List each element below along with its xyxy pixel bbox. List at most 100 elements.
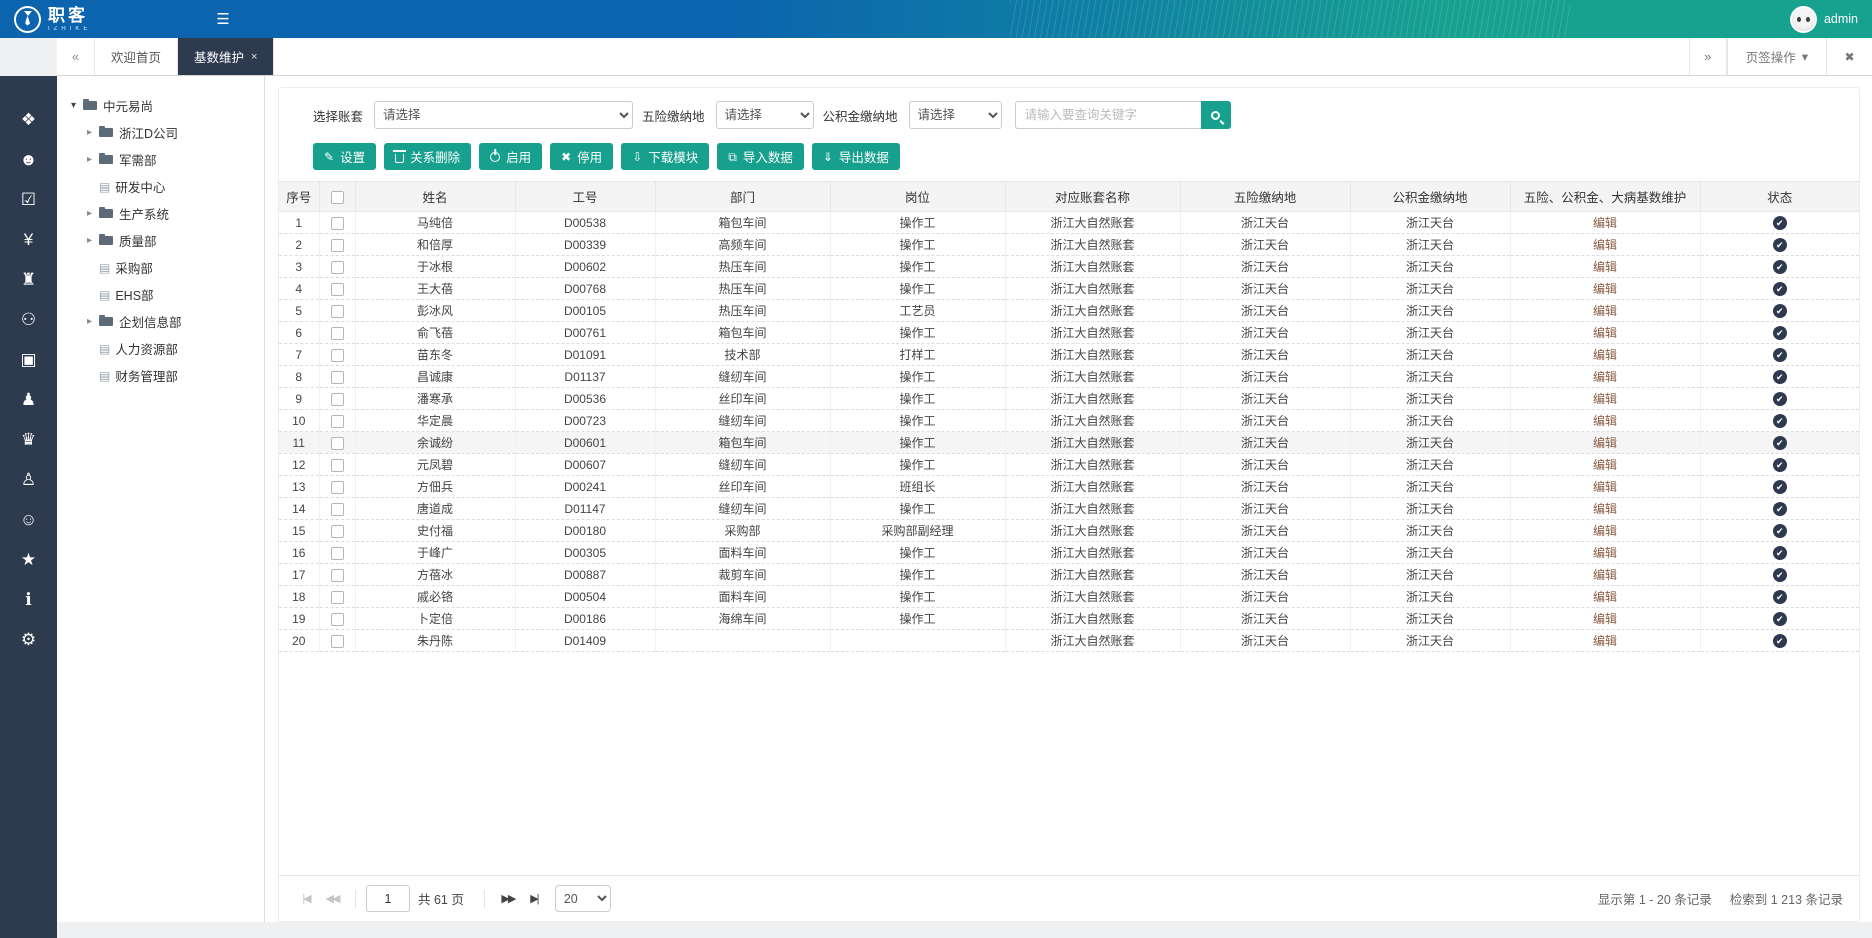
training-icon[interactable]: ♛ <box>0 420 57 460</box>
row-checkbox[interactable] <box>331 503 344 516</box>
avatar[interactable] <box>1790 6 1817 33</box>
row-checkbox[interactable] <box>331 437 344 450</box>
edit-link[interactable]: 编辑 <box>1593 326 1617 340</box>
table-row[interactable]: 8昌诚康D01137缝纫车间操作工浙江大自然账套浙江天台浙江天台编辑✔ <box>279 366 1859 388</box>
tree-node[interactable]: ▤采购部 <box>71 254 264 281</box>
search-button[interactable] <box>1201 101 1231 129</box>
row-checkbox[interactable] <box>331 283 344 296</box>
row-checkbox[interactable] <box>331 217 344 230</box>
table-row[interactable]: 7苗东冬D01091技术部打样工浙江大自然账套浙江天台浙江天台编辑✔ <box>279 344 1859 366</box>
relation-delete-button[interactable]: 关系删除 <box>384 143 471 170</box>
first-page-icon[interactable]: |◀ <box>293 892 319 905</box>
institution-icon[interactable]: ♜ <box>0 260 57 300</box>
row-checkbox[interactable] <box>331 239 344 252</box>
user-name[interactable]: admin <box>1824 12 1858 26</box>
edit-link[interactable]: 编辑 <box>1593 370 1617 384</box>
row-checkbox[interactable] <box>331 327 344 340</box>
tree-node[interactable]: ▤研发中心 <box>71 173 264 200</box>
enable-button[interactable]: 启用 <box>479 143 542 170</box>
edit-link[interactable]: 编辑 <box>1593 282 1617 296</box>
prev-page-icon[interactable]: ◀◀ <box>319 892 345 905</box>
page-ops-dropdown[interactable]: 页签操作 ▾ <box>1727 38 1826 75</box>
social-insurance-place-select[interactable]: 请选择 <box>716 101 814 129</box>
salary-icon[interactable]: ¥ <box>0 220 57 260</box>
tab-close-icon[interactable]: × <box>251 51 257 63</box>
export-data-button[interactable]: ⇓导出数据 <box>812 143 900 170</box>
caret-collapsed-icon[interactable]: ▸ <box>87 127 99 138</box>
table-row[interactable]: 19卜定倍D00186海绵车间操作工浙江大自然账套浙江天台浙江天台编辑✔ <box>279 608 1859 630</box>
tree-node[interactable]: ▸质量部 <box>71 227 264 254</box>
last-page-icon[interactable]: ▶| <box>521 892 547 905</box>
row-checkbox[interactable] <box>331 525 344 538</box>
row-checkbox[interactable] <box>331 349 344 362</box>
edit-link[interactable]: 编辑 <box>1593 634 1617 648</box>
row-checkbox[interactable] <box>331 415 344 428</box>
tree-node[interactable]: ▸浙江D公司 <box>71 119 264 146</box>
row-checkbox[interactable] <box>331 635 344 648</box>
row-checkbox[interactable] <box>331 305 344 318</box>
edit-link[interactable]: 编辑 <box>1593 436 1617 450</box>
housing-fund-place-select[interactable]: 请选择 <box>909 101 1002 129</box>
edit-link[interactable]: 编辑 <box>1593 414 1617 428</box>
edit-link[interactable]: 编辑 <box>1593 392 1617 406</box>
caret-collapsed-icon[interactable]: ▸ <box>87 154 99 165</box>
table-row[interactable]: 15史付福D00180采购部采购部副经理浙江大自然账套浙江天台浙江天台编辑✔ <box>279 520 1859 542</box>
edit-link[interactable]: 编辑 <box>1593 458 1617 472</box>
row-checkbox[interactable] <box>331 459 344 472</box>
tabs-scroll-left-icon[interactable]: « <box>57 38 95 75</box>
tree-node[interactable]: ▤EHS部 <box>71 281 264 308</box>
table-row[interactable]: 11余诚纷D00601箱包车间操作工浙江大自然账套浙江天台浙江天台编辑✔ <box>279 432 1859 454</box>
account-set-select[interactable]: 请选择 <box>374 101 633 129</box>
info-icon[interactable]: ℹ <box>0 580 57 620</box>
page-number-input[interactable] <box>366 885 410 912</box>
org-users-icon[interactable]: ☻ <box>0 140 57 180</box>
next-page-icon[interactable]: ▶▶ <box>495 892 521 905</box>
edit-link[interactable]: 编辑 <box>1593 480 1617 494</box>
caret-collapsed-icon[interactable]: ▸ <box>87 316 99 327</box>
tab-欢迎首页[interactable]: 欢迎首页 <box>95 38 178 75</box>
table-row[interactable]: 4王大蓓D00768热压车间操作工浙江大自然账套浙江天台浙江天台编辑✔ <box>279 278 1859 300</box>
edit-link[interactable]: 编辑 <box>1593 590 1617 604</box>
row-checkbox[interactable] <box>331 481 344 494</box>
edit-link[interactable]: 编辑 <box>1593 304 1617 318</box>
table-row[interactable]: 2和倍厚D00339高频车间操作工浙江大自然账套浙江天台浙江天台编辑✔ <box>279 234 1859 256</box>
edit-link[interactable]: 编辑 <box>1593 524 1617 538</box>
tree-node[interactable]: ▤人力资源部 <box>71 335 264 362</box>
edit-link[interactable]: 编辑 <box>1593 216 1617 230</box>
row-checkbox[interactable] <box>331 393 344 406</box>
recruitment-icon[interactable]: ♟ <box>0 380 57 420</box>
tree-node[interactable]: ▸军需部 <box>71 146 264 173</box>
table-row[interactable]: 17方蓓冰D00887裁剪车间操作工浙江大自然账套浙江天台浙江天台编辑✔ <box>279 564 1859 586</box>
activity-icon[interactable]: ♙ <box>0 460 57 500</box>
tab-基数维护[interactable]: 基数维护× <box>178 38 274 75</box>
edit-link[interactable]: 编辑 <box>1593 612 1617 626</box>
table-row[interactable]: 18戚必铬D00504面料车间操作工浙江大自然账套浙江天台浙江天台编辑✔ <box>279 586 1859 608</box>
row-checkbox[interactable] <box>331 261 344 274</box>
table-row[interactable]: 13方佃兵D00241丝印车间班组长浙江大自然账套浙江天台浙江天台编辑✔ <box>279 476 1859 498</box>
table-row[interactable]: 1马纯倍D00538箱包车间操作工浙江大自然账套浙江天台浙江天台编辑✔ <box>279 212 1859 234</box>
page-size-select[interactable]: 20 <box>555 885 611 912</box>
edit-link[interactable]: 编辑 <box>1593 568 1617 582</box>
edit-link[interactable]: 编辑 <box>1593 260 1617 274</box>
briefcase-icon[interactable]: ▣ <box>0 340 57 380</box>
team-icon[interactable]: ⚇ <box>0 300 57 340</box>
settings-icon[interactable]: ⚙ <box>0 620 57 660</box>
user-icon[interactable]: ☺ <box>0 500 57 540</box>
row-checkbox[interactable] <box>331 569 344 582</box>
row-checkbox[interactable] <box>331 371 344 384</box>
table-row[interactable]: 12元凤碧D00607缝纫车间操作工浙江大自然账套浙江天台浙江天台编辑✔ <box>279 454 1859 476</box>
table-row[interactable]: 16于峰广D00305面料车间操作工浙江大自然账套浙江天台浙江天台编辑✔ <box>279 542 1859 564</box>
edit-link[interactable]: 编辑 <box>1593 546 1617 560</box>
caret-collapsed-icon[interactable]: ▸ <box>87 235 99 246</box>
hamburger-menu-icon[interactable]: ☰ <box>216 10 229 28</box>
table-row[interactable]: 6俞飞蓓D00761箱包车间操作工浙江大自然账套浙江天台浙江天台编辑✔ <box>279 322 1859 344</box>
row-checkbox[interactable] <box>331 547 344 560</box>
tree-node[interactable]: ▤财务管理部 <box>71 362 264 389</box>
tree-node[interactable]: ▸生产系统 <box>71 200 264 227</box>
download-template-button[interactable]: ⇩下载模块 <box>621 143 709 170</box>
tree-node[interactable]: ▸企划信息部 <box>71 308 264 335</box>
disable-button[interactable]: ✖停用 <box>550 143 613 170</box>
caret-expanded-icon[interactable]: ▾ <box>71 100 83 111</box>
edit-link[interactable]: 编辑 <box>1593 502 1617 516</box>
table-row[interactable]: 9潘寒承D00536丝印车间操作工浙江大自然账套浙江天台浙江天台编辑✔ <box>279 388 1859 410</box>
